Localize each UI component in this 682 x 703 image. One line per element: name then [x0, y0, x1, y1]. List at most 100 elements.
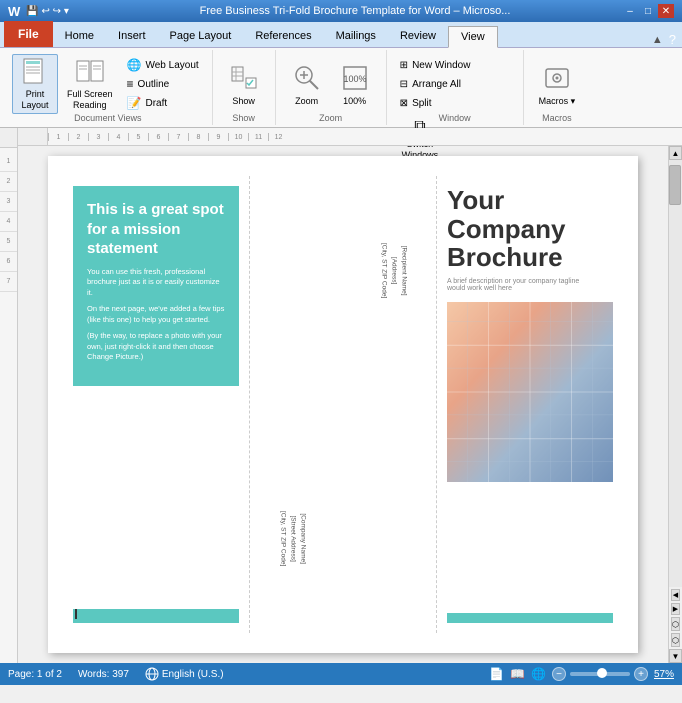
ribbon-group-zoom: Zoom 100% 100% Zoom: [276, 50, 387, 125]
body-text-3: (By the way, to replace a photo with you…: [87, 331, 225, 363]
tab-mailings[interactable]: Mailings: [324, 25, 388, 47]
document-area: This is a great spot for a mission state…: [18, 146, 668, 663]
text-cursor: [75, 609, 77, 619]
zoom-out-button[interactable]: −: [552, 667, 566, 681]
ribbon-group-document-views: PrintLayout Full ScreenReading: [4, 50, 213, 125]
tab-file[interactable]: File: [4, 21, 53, 47]
view-reading-icon[interactable]: 📖: [510, 667, 525, 681]
ribbon-collapse-icon[interactable]: ▲: [652, 34, 663, 46]
body-text-1: You can use this fresh, professional bro…: [87, 267, 225, 299]
help-icon[interactable]: ?: [669, 32, 676, 47]
quick-access: 💾 ↩ ↪ ▾: [26, 6, 69, 17]
zoom-label: Zoom: [295, 96, 318, 106]
address-recipient: [Recipient Name] [Address] [City, ST ZIP…: [379, 243, 408, 298]
web-layout-button[interactable]: 🌐 Web Layout: [122, 56, 204, 74]
ribbon-tab-bar: File Home Insert Page Layout References …: [0, 22, 682, 48]
document-page: This is a great spot for a mission state…: [48, 156, 638, 653]
print-layout-label: PrintLayout: [21, 89, 48, 111]
scroll-down-button[interactable]: ▼: [669, 649, 682, 663]
zoom-control: − +: [552, 667, 648, 681]
address-company: [Company Name] [Street Address] [City, S…: [278, 511, 307, 566]
scroll-thumb[interactable]: [669, 165, 681, 205]
zoom-100-button[interactable]: 100% 100%: [332, 54, 378, 114]
vertical-scrollbar[interactable]: ▲ ◀ ▶ ⬡ ⬡ ▼: [668, 146, 682, 663]
scroll-up-button[interactable]: ▲: [669, 146, 682, 160]
word-count: Words: 397: [78, 669, 129, 680]
tab-insert[interactable]: Insert: [106, 25, 158, 47]
zoom-slider-thumb[interactable]: [597, 668, 607, 678]
vertical-ruler: 1 2 3 4 5 6 7: [0, 128, 18, 663]
show-label: Show: [232, 96, 255, 106]
scroll-prev-button[interactable]: ⬡: [671, 633, 680, 647]
draft-icon: 📝: [127, 96, 142, 110]
new-window-icon: ⊞: [400, 60, 408, 71]
ribbon: PrintLayout Full ScreenReading: [0, 48, 682, 128]
language-label: English (U.S.): [162, 669, 224, 680]
mission-box: This is a great spot for a mission state…: [73, 186, 239, 386]
show-group-label: Show: [232, 113, 255, 123]
zoom-slider-track[interactable]: [570, 672, 630, 676]
print-layout-icon: [19, 57, 51, 87]
full-screen-reading-button[interactable]: Full ScreenReading: [60, 54, 120, 114]
scroll-next-button[interactable]: ⬡: [671, 617, 680, 631]
split-button[interactable]: ⊠ Split: [395, 94, 476, 112]
zoom-in-button[interactable]: +: [634, 667, 648, 681]
scroll-expand-button[interactable]: ◀: [671, 589, 680, 601]
draft-button[interactable]: 📝 Draft: [122, 94, 204, 112]
web-layout-icon: 🌐: [127, 58, 142, 72]
scroll-track[interactable]: [669, 160, 682, 587]
body-text-2: On the next page, we've added a few tips…: [87, 304, 225, 325]
macros-group-label: Macros: [542, 113, 572, 123]
split-label: Split: [412, 98, 431, 109]
tab-review[interactable]: Review: [388, 25, 448, 47]
company-name-heading: Your Company Brochure: [447, 186, 613, 272]
new-window-label: New Window: [412, 60, 470, 71]
macros-label: Macros ▾: [539, 96, 576, 107]
horizontal-ruler: 1 2 3 4 5 6 7 8 9 10 11 12: [18, 128, 682, 146]
web-layout-label: Web Layout: [145, 60, 198, 71]
show-button[interactable]: Show: [221, 54, 267, 114]
view-normal-icon[interactable]: 📄: [489, 667, 504, 681]
ribbon-group-window: ⊞ New Window ⊟ Arrange All ⊠ Split ⧉ Swi…: [387, 50, 524, 125]
brochure-panel-middle: [Recipient Name] [Address] [City, ST ZIP…: [250, 176, 437, 633]
status-bar: Page: 1 of 2 Words: 397 English (U.S.) 📄…: [0, 663, 682, 685]
close-button[interactable]: ✕: [658, 4, 674, 18]
print-layout-button[interactable]: PrintLayout: [12, 54, 58, 114]
page-info: Page: 1 of 2: [8, 669, 62, 680]
tab-references[interactable]: References: [243, 25, 323, 47]
status-bar-right: 📄 📖 🌐 − + 57%: [489, 667, 674, 681]
scroll-contract-button[interactable]: ▶: [671, 603, 680, 615]
zoom-group-label: Zoom: [319, 113, 342, 123]
tab-view[interactable]: View: [448, 26, 498, 48]
draft-label: Draft: [145, 98, 167, 109]
window-title: Free Business Tri-Fold Brochure Template…: [88, 5, 622, 17]
zoom-icon: [291, 62, 323, 94]
company-photo: [447, 302, 613, 482]
zoom-100-label: 100%: [343, 96, 366, 106]
outline-button[interactable]: ≡ Outline: [122, 75, 204, 93]
macros-button[interactable]: Macros ▾: [532, 54, 583, 114]
minimize-button[interactable]: –: [622, 4, 638, 18]
language-icon: English (U.S.): [145, 667, 224, 681]
small-view-buttons: 🌐 Web Layout ≡ Outline 📝 Draft: [122, 54, 204, 112]
macros-icon: [541, 62, 573, 94]
show-icon: [228, 62, 260, 94]
right-panel-footer-bar: [447, 613, 613, 623]
tab-home[interactable]: Home: [53, 25, 106, 47]
view-web-icon[interactable]: 🌐: [531, 667, 546, 681]
maximize-button[interactable]: □: [640, 4, 656, 18]
document-views-label: Document Views: [74, 113, 141, 123]
arrange-all-icon: ⊟: [400, 79, 408, 90]
outline-label: Outline: [138, 79, 170, 90]
svg-text:100%: 100%: [343, 74, 366, 84]
zoom-button[interactable]: Zoom: [284, 54, 330, 114]
app-icon: W: [8, 4, 20, 19]
full-screen-reading-label: Full ScreenReading: [67, 89, 113, 111]
zoom-level[interactable]: 57%: [654, 669, 674, 680]
new-window-button[interactable]: ⊞ New Window: [395, 56, 476, 74]
company-tagline: A brief description or your company tagl…: [447, 278, 613, 292]
ribbon-group-show: Show Show: [213, 50, 276, 125]
brochure-panel-left: This is a great spot for a mission state…: [63, 176, 250, 633]
arrange-all-button[interactable]: ⊟ Arrange All: [395, 75, 476, 93]
tab-page-layout[interactable]: Page Layout: [158, 25, 244, 47]
